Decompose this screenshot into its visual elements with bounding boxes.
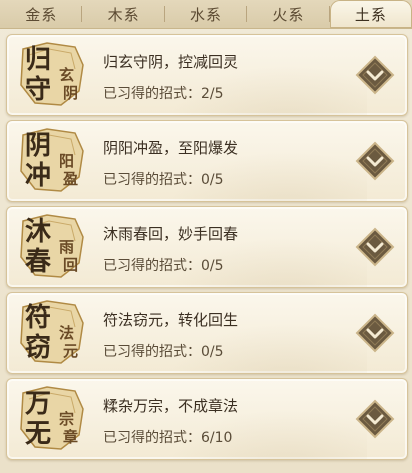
emblem-char: 阴 <box>63 84 79 102</box>
chevron-down-icon <box>355 227 395 267</box>
learned-label: 已习得的招式： <box>103 172 201 188</box>
learned-progress: 已习得的招式：0/5 <box>103 341 224 361</box>
style-emblem: 沐 春 雨 回 <box>17 213 87 281</box>
learned-progress: 已习得的招式：0/5 <box>103 255 224 275</box>
emblem-char: 冲 <box>25 161 52 191</box>
martial-styles-panel: 金系 木系 水系 火系 土系 归 守 玄 阴 归玄守阴，控减回灵 已习得的招式：… <box>0 0 412 473</box>
style-card[interactable]: 沐 春 雨 回 沐雨春回，妙手回春 已习得的招式：0/5 <box>6 206 408 288</box>
learned-label: 已习得的招式： <box>103 430 201 446</box>
style-card[interactable]: 归 守 玄 阴 归玄守阴，控减回灵 已习得的招式：2/5 <box>6 34 408 116</box>
emblem-char: 元 <box>63 342 79 360</box>
chevron-down-icon <box>355 55 395 95</box>
style-title: 沐雨春回，妙手回春 <box>103 225 239 243</box>
emblem-char: 沐 <box>25 217 52 247</box>
emblem-char: 玄 <box>59 66 75 84</box>
expand-button[interactable] <box>355 227 395 267</box>
emblem-char: 法 <box>59 324 75 342</box>
style-title: 糅杂万宗，不成章法 <box>103 397 239 415</box>
emblem-char: 窃 <box>25 333 52 363</box>
style-emblem: 符 窃 法 元 <box>17 299 87 367</box>
expand-button[interactable] <box>355 399 395 439</box>
element-tabs: 金系 木系 水系 火系 土系 <box>0 0 412 29</box>
emblem-char: 章 <box>63 428 79 446</box>
emblem-char: 阴 <box>25 131 52 161</box>
emblem-char: 雨 <box>59 238 75 256</box>
emblem-char: 阳 <box>59 152 75 170</box>
learned-count: 0/5 <box>201 172 224 188</box>
chevron-down-icon <box>355 313 395 353</box>
learned-count: 6/10 <box>201 430 233 446</box>
tab-fire[interactable]: 火系 <box>247 0 331 28</box>
style-emblem: 阴 冲 阳 盈 <box>17 127 87 195</box>
learned-progress: 已习得的招式：6/10 <box>103 427 232 447</box>
tab-metal[interactable]: 金系 <box>0 0 83 28</box>
style-title: 阴阳冲盈，至阳爆发 <box>103 139 239 157</box>
emblem-char: 盈 <box>63 170 79 188</box>
style-title: 符法窃元，转化回生 <box>103 311 239 329</box>
style-card[interactable]: 符 窃 法 元 符法窃元，转化回生 已习得的招式：0/5 <box>6 292 408 374</box>
learned-progress: 已习得的招式：0/5 <box>103 169 224 189</box>
style-card[interactable]: 阴 冲 阳 盈 阴阳冲盈，至阳爆发 已习得的招式：0/5 <box>6 120 408 202</box>
emblem-char: 归 <box>25 45 52 75</box>
tab-water[interactable]: 水系 <box>165 0 248 28</box>
style-title: 归玄守阴，控减回灵 <box>103 53 239 71</box>
expand-button[interactable] <box>355 141 395 181</box>
learned-label: 已习得的招式： <box>103 86 201 102</box>
learned-count: 0/5 <box>201 344 224 360</box>
emblem-char: 回 <box>63 256 79 274</box>
chevron-down-icon <box>355 141 395 181</box>
emblem-char: 守 <box>25 75 52 105</box>
tab-earth[interactable]: 土系 <box>329 0 412 28</box>
expand-button[interactable] <box>355 55 395 95</box>
tab-wood[interactable]: 木系 <box>82 0 166 28</box>
style-emblem: 归 守 玄 阴 <box>17 41 87 109</box>
learned-count: 0/5 <box>201 258 224 274</box>
emblem-char: 符 <box>25 303 52 333</box>
chevron-down-icon <box>355 399 395 439</box>
style-card[interactable]: 万 无 宗 章 糅杂万宗，不成章法 已习得的招式：6/10 <box>6 378 408 460</box>
expand-button[interactable] <box>355 313 395 353</box>
emblem-char: 宗 <box>59 410 75 428</box>
learned-progress: 已习得的招式：2/5 <box>103 83 224 103</box>
style-emblem: 万 无 宗 章 <box>17 385 87 453</box>
learned-label: 已习得的招式： <box>103 344 201 360</box>
learned-label: 已习得的招式： <box>103 258 201 274</box>
learned-count: 2/5 <box>201 86 224 102</box>
emblem-char: 无 <box>25 419 52 449</box>
emblem-char: 春 <box>25 247 52 277</box>
emblem-char: 万 <box>25 389 52 419</box>
